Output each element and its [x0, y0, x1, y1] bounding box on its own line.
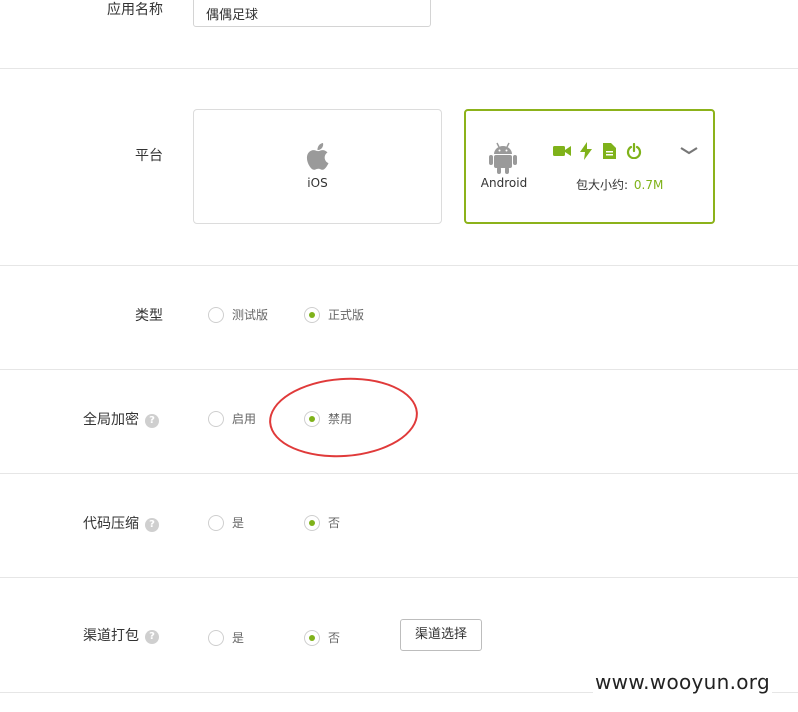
document-icon — [603, 143, 616, 159]
radio-label: 正式版 — [328, 308, 365, 322]
bolt-icon — [580, 142, 592, 160]
channel-option-yes[interactable]: 是 — [208, 629, 244, 646]
watermark: www.wooyun.org — [593, 670, 772, 694]
radio-circle[interactable] — [208, 629, 224, 646]
power-icon — [626, 143, 642, 159]
divider — [0, 473, 798, 474]
code-compression-text: 代码压缩 — [83, 516, 139, 532]
global-encryption-label: 全局加密? — [83, 410, 159, 430]
radio-label: 测试版 — [232, 308, 269, 322]
platform-card-ios[interactable]: iOS — [193, 109, 442, 224]
compression-option-no[interactable]: 否 — [304, 514, 340, 531]
compression-option-yes[interactable]: 是 — [208, 514, 244, 531]
package-size-value: 0.7M — [633, 178, 664, 192]
android-label: Android — [480, 176, 528, 190]
app-name-label: 应用名称 — [107, 2, 163, 18]
divider — [0, 68, 798, 69]
radio-label: 是 — [232, 516, 245, 530]
radio-circle[interactable] — [208, 306, 224, 323]
type-option-release[interactable]: 正式版 — [304, 306, 364, 323]
channel-pack-text: 渠道打包 — [83, 628, 139, 644]
radio-circle[interactable] — [304, 514, 320, 531]
chevron-down-icon[interactable] — [680, 146, 698, 156]
radio-label: 否 — [328, 516, 341, 530]
platform-card-android[interactable]: Android 包大小约: 0.7M — [464, 109, 715, 224]
help-icon[interactable]: ? — [145, 630, 159, 644]
divider — [0, 369, 798, 370]
channel-select-button[interactable]: 渠道选择 — [400, 619, 482, 651]
channel-pack-label: 渠道打包? — [83, 626, 159, 646]
divider — [0, 577, 798, 578]
radio-label: 启用 — [232, 412, 257, 426]
radio-circle[interactable] — [304, 306, 320, 323]
encryption-option-enable[interactable]: 启用 — [208, 410, 256, 427]
apple-icon — [306, 143, 329, 170]
type-option-test[interactable]: 测试版 — [208, 306, 268, 323]
radio-circle[interactable] — [208, 410, 224, 427]
video-icon — [553, 146, 571, 156]
radio-circle[interactable] — [208, 514, 224, 531]
app-name-input[interactable]: 偶偶足球 — [193, 0, 431, 27]
code-compression-label: 代码压缩? — [83, 514, 159, 534]
radio-circle[interactable] — [304, 629, 320, 646]
global-encryption-text: 全局加密 — [83, 412, 139, 428]
platform-label: 平台 — [135, 148, 163, 164]
package-size-label: 包大小约: — [576, 178, 629, 192]
type-label: 类型 — [135, 308, 163, 324]
radio-label: 否 — [328, 631, 341, 645]
android-icon — [489, 142, 517, 174]
divider — [0, 265, 798, 266]
package-size: 包大小约: 0.7M — [576, 176, 663, 193]
channel-option-no[interactable]: 否 — [304, 629, 340, 646]
radio-label: 是 — [232, 631, 245, 645]
ios-label: iOS — [307, 176, 328, 190]
annotation-circle — [266, 372, 421, 463]
help-icon[interactable]: ? — [145, 518, 159, 532]
help-icon[interactable]: ? — [145, 414, 159, 428]
